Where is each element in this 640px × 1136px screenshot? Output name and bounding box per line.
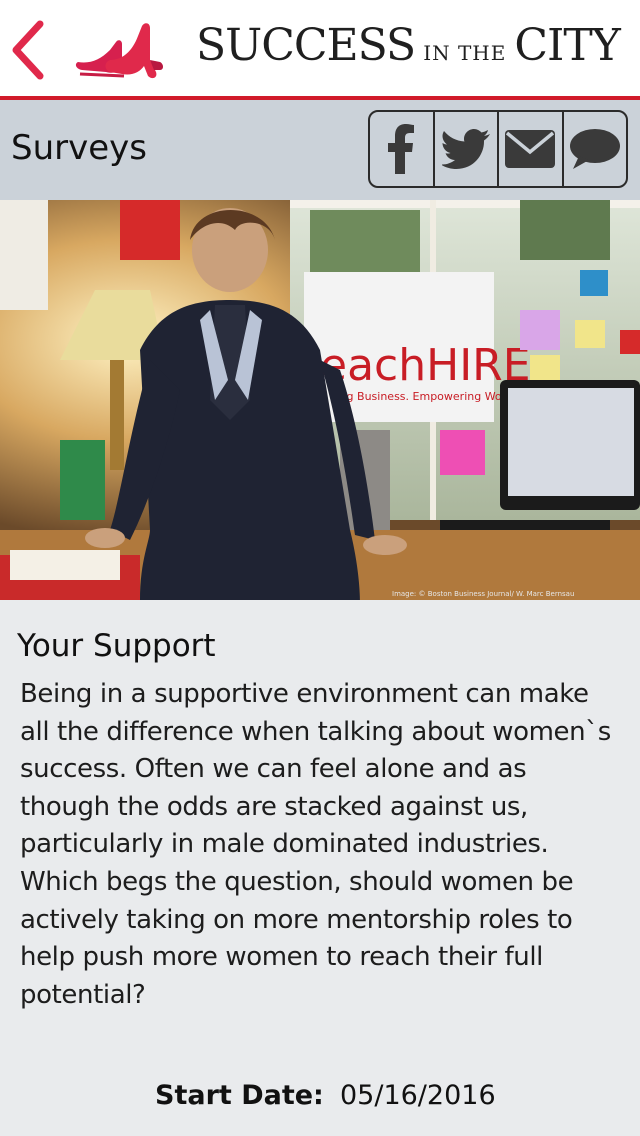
sign-text-main: eachHIRE [320, 340, 531, 391]
section-title: Surveys [11, 128, 147, 168]
email-icon [505, 130, 556, 168]
share-email-button[interactable] [499, 112, 564, 186]
brand-word-in-the: IN THE [423, 41, 507, 65]
share-twitter-button[interactable] [435, 112, 499, 186]
back-button[interactable] [8, 18, 48, 82]
twitter-icon [441, 129, 490, 169]
high-heel-shoes-logo [75, 23, 163, 79]
brand-word-city: CITY [514, 20, 620, 71]
hero-image: eachHIRE ring Business. Empowering Women… [0, 200, 640, 600]
article-body: Being in a supportive environment can ma… [20, 679, 611, 1010]
app-header: SUCCESS IN THE CITY [0, 0, 640, 96]
start-date-value: 05/16/2016 [340, 1080, 496, 1111]
chevron-left-icon [12, 20, 44, 80]
brand-word-success: SUCCESS [196, 20, 416, 71]
facebook-icon [388, 124, 415, 174]
start-date-label: Start Date: [155, 1080, 324, 1111]
office-photo: eachHIRE ring Business. Empowering Women… [0, 200, 640, 600]
share-button-group [368, 110, 628, 188]
share-facebook-button[interactable] [370, 112, 435, 186]
section-toolbar: Surveys [0, 100, 640, 200]
comment-icon [569, 129, 620, 169]
sign-text-sub: ring Business. Empowering Women. [332, 390, 530, 403]
start-date-row: Start Date: 05/16/2016 [0, 1076, 640, 1120]
brand-title: SUCCESS IN THE CITY [196, 20, 621, 76]
share-comment-button[interactable] [564, 112, 627, 186]
image-credit: Image: © Boston Business Journal/ W. Mar… [392, 590, 574, 598]
article-heading: Your Support [17, 628, 216, 664]
